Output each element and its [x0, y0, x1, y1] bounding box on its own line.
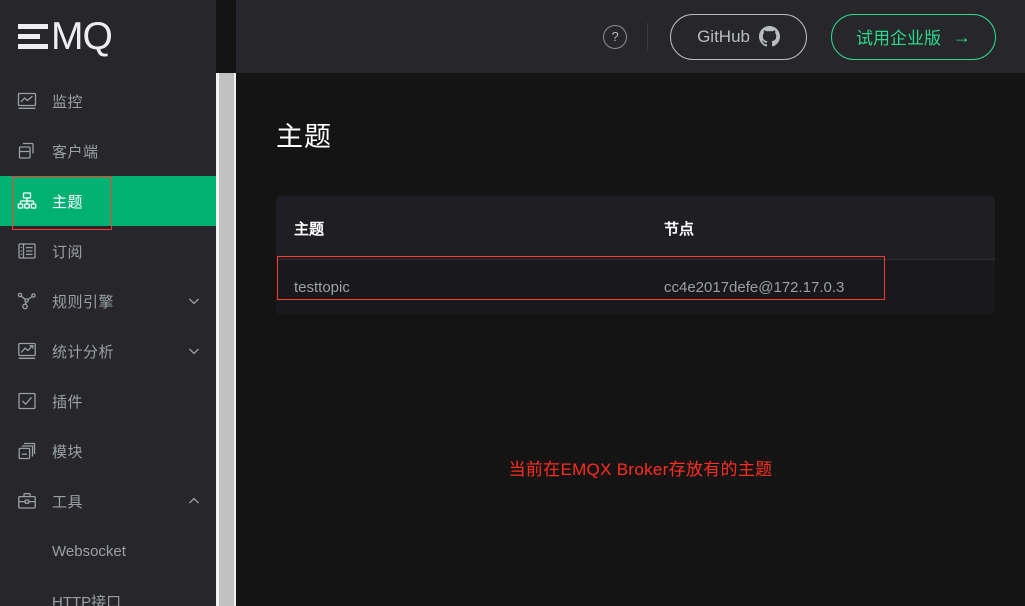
help-icon[interactable]: ?	[603, 24, 628, 49]
logo[interactable]: MQ	[0, 0, 216, 73]
sidebar-item-subscriptions[interactable]: 订阅	[0, 226, 216, 276]
topics-table: 主题 节点 testtopic cc4e2017defe@172.17.0.3	[276, 196, 995, 315]
sidebar-scrollbar-thumb[interactable]	[219, 73, 234, 606]
sidebar-item-monitor[interactable]: 监控	[0, 76, 216, 126]
sidebar-subitem-websocket[interactable]: Websocket	[0, 526, 216, 576]
sidebar-item-label: 客户端	[52, 143, 99, 161]
annotation-note: 当前在EMQX Broker存放有的主题	[236, 455, 1025, 480]
sidebar-item-topics[interactable]: 主题	[0, 176, 216, 226]
topics-icon	[16, 190, 38, 212]
clients-icon	[16, 140, 38, 162]
analytics-icon	[16, 340, 38, 362]
chevron-up-icon[interactable]	[184, 491, 204, 511]
topbar: ? GitHub 试用企业版 →	[236, 0, 1025, 73]
table-head: 主题 节点	[276, 196, 995, 260]
sidebar-item-label: 模块	[52, 443, 84, 461]
sidebar-item-label: 订阅	[52, 243, 84, 261]
sidebar-item-plugins[interactable]: 插件	[0, 376, 216, 426]
sidebar: MQ 监控 客户端 主题 订阅 规则引擎 统计分析 插件 模块 工具 Webso…	[0, 0, 216, 606]
modules-icon	[16, 440, 38, 462]
sidebar-item-label: 监控	[52, 93, 84, 111]
sidebar-item-tools[interactable]: 工具	[0, 476, 216, 526]
rule-engine-icon	[16, 290, 38, 312]
column-header-topic[interactable]: 主题	[276, 196, 646, 260]
subscriptions-icon	[16, 240, 38, 262]
topbar-divider	[647, 22, 649, 51]
app-root: MQ 监控 客户端 主题 订阅 规则引擎 统计分析 插件 模块 工具 Webso…	[0, 0, 1025, 606]
sidebar-item-label: 主题	[52, 193, 84, 211]
help-glyph: ?	[611, 29, 619, 44]
chevron-down-icon[interactable]	[184, 341, 204, 361]
table-header-row: 主题 节点	[276, 196, 995, 260]
sidebar-item-label: 规则引擎	[52, 293, 115, 311]
sidebar-item-rule-engine[interactable]: 规则引擎	[0, 276, 216, 326]
table-body: testtopic cc4e2017defe@172.17.0.3	[276, 259, 995, 315]
trial-button-label: 试用企业版	[856, 29, 941, 48]
sidebar-subitem-label: HTTP接口	[52, 593, 122, 606]
arrow-right-icon: →	[953, 26, 971, 47]
emq-bars-icon	[18, 24, 48, 49]
table-row[interactable]: testtopic cc4e2017defe@172.17.0.3	[276, 259, 995, 315]
monitor-icon	[16, 90, 38, 112]
sidebar-item-modules[interactable]: 模块	[0, 426, 216, 476]
sidebar-item-label: 工具	[52, 493, 84, 511]
logo-text: MQ	[51, 15, 113, 58]
topics-table-card: 主题 节点 testtopic cc4e2017defe@172.17.0.3	[276, 196, 995, 315]
sidebar-item-analytics[interactable]: 统计分析	[0, 326, 216, 376]
sidebar-nav: 监控 客户端 主题 订阅 规则引擎 统计分析 插件 模块 工具 Websocke…	[0, 73, 216, 606]
column-header-node[interactable]: 节点	[646, 196, 995, 260]
cell-node: cc4e2017defe@172.17.0.3	[646, 259, 995, 315]
cell-topic: testtopic	[276, 259, 646, 315]
chevron-down-icon[interactable]	[184, 291, 204, 311]
trial-enterprise-button[interactable]: 试用企业版 →	[831, 13, 996, 60]
page-title: 主题	[276, 122, 332, 152]
plugins-icon	[16, 390, 38, 412]
github-button[interactable]: GitHub	[670, 13, 807, 60]
github-icon	[759, 26, 780, 47]
github-button-label: GitHub	[697, 26, 750, 46]
sidebar-item-clients[interactable]: 客户端	[0, 126, 216, 176]
sidebar-subitem-http-api[interactable]: HTTP接口	[0, 576, 216, 606]
tools-icon	[16, 490, 38, 512]
sidebar-item-label: 插件	[52, 393, 84, 411]
content-area: 主题 主题 节点 testtopic cc4e2017defe@172.17.0…	[236, 73, 1025, 606]
main-region: ? GitHub 试用企业版 → 主题 主题 节点 testtopic cc4e…	[236, 0, 1025, 606]
annotation-note-text: 当前在EMQX Broker存放有的主题	[508, 460, 773, 479]
sidebar-item-label: 统计分析	[52, 343, 115, 361]
sidebar-subitem-label: Websocket	[52, 542, 126, 560]
